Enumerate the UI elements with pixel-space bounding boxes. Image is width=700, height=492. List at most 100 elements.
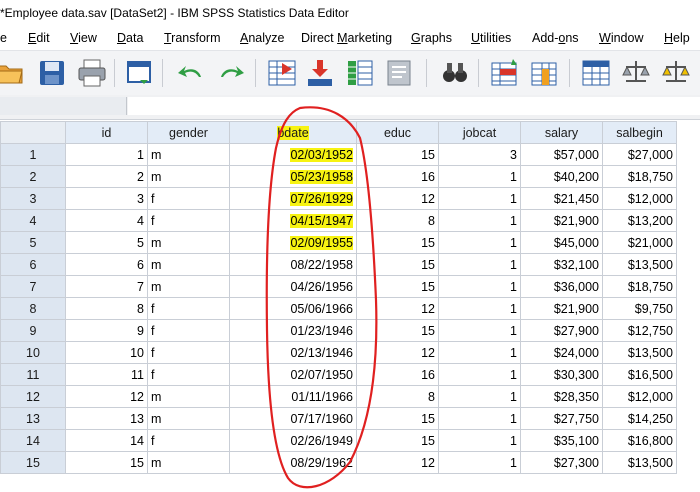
cell-jobcat[interactable]: 1 bbox=[438, 407, 521, 430]
cell-bdate[interactable]: 05/06/1966 bbox=[229, 297, 357, 320]
cell-jobcat[interactable]: 1 bbox=[438, 429, 521, 452]
cell-educ[interactable]: 15 bbox=[356, 143, 439, 166]
grid-corner[interactable] bbox=[0, 121, 66, 144]
cell-salbegin[interactable]: $18,750 bbox=[602, 165, 677, 188]
cell-id[interactable]: 9 bbox=[65, 319, 148, 342]
cell-educ[interactable]: 12 bbox=[356, 341, 439, 364]
cell-reference-box[interactable] bbox=[0, 97, 127, 115]
find-button[interactable] bbox=[437, 55, 473, 91]
cell-educ[interactable]: 12 bbox=[356, 451, 439, 474]
split-file-button[interactable] bbox=[578, 55, 614, 91]
cell-salary[interactable]: $35,100 bbox=[520, 429, 603, 452]
cell-jobcat[interactable]: 1 bbox=[438, 341, 521, 364]
cell-salary[interactable]: $40,200 bbox=[520, 165, 603, 188]
cell-jobcat[interactable]: 1 bbox=[438, 275, 521, 298]
cell-bdate[interactable]: 04/26/1956 bbox=[229, 275, 357, 298]
cell-salbegin[interactable]: $18,750 bbox=[602, 275, 677, 298]
cell-gender[interactable]: f bbox=[147, 363, 230, 386]
cell-id[interactable]: 12 bbox=[65, 385, 148, 408]
row-number[interactable]: 4 bbox=[0, 209, 66, 232]
cell-bdate[interactable]: 08/22/1958 bbox=[229, 253, 357, 276]
column-header-salary[interactable]: salary bbox=[520, 121, 603, 144]
recall-dialog-button[interactable] bbox=[123, 55, 159, 91]
cell-salary[interactable]: $27,300 bbox=[520, 451, 603, 474]
cell-educ[interactable]: 15 bbox=[356, 319, 439, 342]
row-number[interactable]: 3 bbox=[0, 187, 66, 210]
menu-transform[interactable]: Transform bbox=[164, 26, 221, 50]
redo-button[interactable] bbox=[213, 55, 249, 91]
cell-salbegin[interactable]: $13,200 bbox=[602, 209, 677, 232]
cell-jobcat[interactable]: 1 bbox=[438, 209, 521, 232]
cell-gender[interactable]: m bbox=[147, 451, 230, 474]
cell-jobcat[interactable]: 3 bbox=[438, 143, 521, 166]
cell-salary[interactable]: $30,300 bbox=[520, 363, 603, 386]
menu-e[interactable]: e bbox=[0, 26, 7, 50]
cell-gender[interactable]: m bbox=[147, 407, 230, 430]
cell-jobcat[interactable]: 1 bbox=[438, 385, 521, 408]
cell-salbegin[interactable]: $13,500 bbox=[602, 253, 677, 276]
menu-help[interactable]: Help bbox=[664, 26, 690, 50]
insert-variable-button[interactable] bbox=[527, 55, 563, 91]
weight-cases-button[interactable] bbox=[618, 55, 654, 91]
cell-bdate[interactable]: 04/15/1947 bbox=[229, 209, 357, 232]
menu-analyze[interactable]: Analyze bbox=[240, 26, 284, 50]
cell-salbegin[interactable]: $16,500 bbox=[602, 363, 677, 386]
column-header-gender[interactable]: gender bbox=[147, 121, 230, 144]
cell-bdate[interactable]: 05/23/1958 bbox=[229, 165, 357, 188]
cell-jobcat[interactable]: 1 bbox=[438, 253, 521, 276]
cell-gender[interactable]: m bbox=[147, 253, 230, 276]
row-number[interactable]: 5 bbox=[0, 231, 66, 254]
cell-educ[interactable]: 8 bbox=[356, 209, 439, 232]
cell-bdate[interactable]: 02/09/1955 bbox=[229, 231, 357, 254]
cell-salary[interactable]: $27,900 bbox=[520, 319, 603, 342]
cell-salbegin[interactable]: $13,500 bbox=[602, 341, 677, 364]
cell-id[interactable]: 1 bbox=[65, 143, 148, 166]
cell-salary[interactable]: $57,000 bbox=[520, 143, 603, 166]
cell-salbegin[interactable]: $16,800 bbox=[602, 429, 677, 452]
cell-jobcat[interactable]: 1 bbox=[438, 187, 521, 210]
print-button[interactable] bbox=[74, 55, 110, 91]
cell-salary[interactable]: $36,000 bbox=[520, 275, 603, 298]
open-folder-button[interactable] bbox=[0, 55, 28, 91]
cell-id[interactable]: 11 bbox=[65, 363, 148, 386]
go-to-variable-button[interactable] bbox=[302, 55, 338, 91]
run-descriptives-button[interactable] bbox=[382, 55, 418, 91]
cell-salary[interactable]: $45,000 bbox=[520, 231, 603, 254]
cell-gender[interactable]: f bbox=[147, 341, 230, 364]
cell-bdate[interactable]: 02/07/1950 bbox=[229, 363, 357, 386]
row-number[interactable]: 9 bbox=[0, 319, 66, 342]
cell-bdate[interactable]: 02/26/1949 bbox=[229, 429, 357, 452]
cell-educ[interactable]: 15 bbox=[356, 275, 439, 298]
row-number[interactable]: 6 bbox=[0, 253, 66, 276]
cell-salary[interactable]: $21,450 bbox=[520, 187, 603, 210]
cell-salbegin[interactable]: $21,000 bbox=[602, 231, 677, 254]
cell-educ[interactable]: 15 bbox=[356, 429, 439, 452]
cell-id[interactable]: 13 bbox=[65, 407, 148, 430]
cell-gender[interactable]: f bbox=[147, 187, 230, 210]
column-header-bdate[interactable]: bdate bbox=[229, 121, 357, 144]
cell-salbegin[interactable]: $13,500 bbox=[602, 451, 677, 474]
column-header-salbegin[interactable]: salbegin bbox=[602, 121, 677, 144]
cell-educ[interactable]: 15 bbox=[356, 231, 439, 254]
cell-salary[interactable]: $21,900 bbox=[520, 209, 603, 232]
row-number[interactable]: 7 bbox=[0, 275, 66, 298]
menu-graphs[interactable]: Graphs bbox=[411, 26, 452, 50]
row-number[interactable]: 10 bbox=[0, 341, 66, 364]
variables-button[interactable] bbox=[342, 55, 378, 91]
row-number[interactable]: 8 bbox=[0, 297, 66, 320]
cell-id[interactable]: 15 bbox=[65, 451, 148, 474]
cell-id[interactable]: 3 bbox=[65, 187, 148, 210]
menu-window[interactable]: Window bbox=[599, 26, 643, 50]
cell-gender[interactable]: f bbox=[147, 209, 230, 232]
cell-gender[interactable]: f bbox=[147, 319, 230, 342]
cell-salary[interactable]: $21,900 bbox=[520, 297, 603, 320]
cell-gender[interactable]: m bbox=[147, 275, 230, 298]
cell-gender[interactable]: f bbox=[147, 297, 230, 320]
column-header-educ[interactable]: educ bbox=[356, 121, 439, 144]
cell-jobcat[interactable]: 1 bbox=[438, 297, 521, 320]
select-cases-button[interactable] bbox=[658, 55, 694, 91]
row-number[interactable]: 1 bbox=[0, 143, 66, 166]
cell-bdate[interactable]: 08/29/1962 bbox=[229, 451, 357, 474]
cell-salary[interactable]: $27,750 bbox=[520, 407, 603, 430]
menu-utilities[interactable]: Utilities bbox=[471, 26, 511, 50]
